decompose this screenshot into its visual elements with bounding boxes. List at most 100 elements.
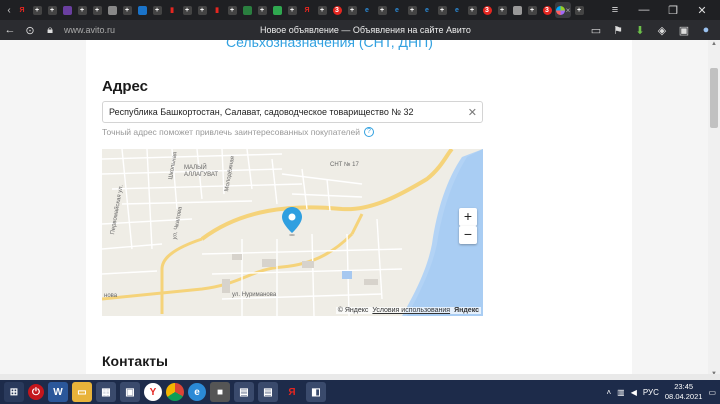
tab-11[interactable]: ▮ [165,3,179,17]
extension-icon[interactable]: ▣ [674,24,694,37]
plus-favicon-icon: + [197,5,207,15]
address-heading: Адрес [102,78,149,95]
power-icon[interactable]: ⏻ [28,384,44,400]
profile-icon[interactable]: ● [696,24,716,37]
tab-27[interactable]: + [405,3,419,17]
tab-8[interactable]: + [120,3,134,17]
tab-close-icon[interactable]: × [566,6,571,15]
tab-21[interactable]: + [315,3,329,17]
reader-icon[interactable]: ▭ [586,24,606,37]
tab-avito-active[interactable]: × [555,2,571,18]
map[interactable]: СНТ № 17 МАЛЫЙ АЛЛАГУВАТ ул. Нуриманова … [102,149,483,316]
word-icon[interactable]: W [48,382,68,402]
tab-25[interactable]: + [375,3,389,17]
app-icon-4[interactable]: ▤ [234,382,254,402]
download-icon[interactable]: ⬇ [630,24,650,37]
chrome-icon[interactable] [166,383,184,401]
edge-favicon-icon: e [425,6,429,14]
notifications-icon[interactable]: ▭ [708,388,716,397]
tab-yandex[interactable]: Я [15,3,29,17]
address-hint: Точный адрес поможет привлечь заинтересо… [102,127,374,137]
tab-34[interactable] [510,3,524,17]
yandex-icon-2[interactable]: Я [282,382,302,402]
scrollbar-thumb[interactable] [710,68,718,128]
yandex-brand[interactable]: Яндекс [454,307,479,314]
tab-28[interactable]: e [420,3,434,17]
protect-icon[interactable]: ◈ [652,24,672,37]
map-label-nurimanova-left: нова [104,293,118,299]
app-icon-3[interactable]: ■ [210,382,230,402]
clear-icon[interactable]: ✕ [468,106,477,119]
explorer-icon[interactable]: ▭ [72,382,92,402]
tray-arrow-icon[interactable]: ˄ [606,388,611,397]
plus-favicon-icon: + [152,5,162,15]
tab-17[interactable]: + [255,3,269,17]
tab-29[interactable]: + [435,3,449,17]
tab-16[interactable] [240,3,254,17]
scroll-up-icon[interactable]: ▲ [708,41,720,47]
tab-18[interactable] [270,3,284,17]
tab-2[interactable]: + [30,3,44,17]
tab-36[interactable]: 3 [540,3,554,17]
app-icon-5[interactable]: ▤ [258,382,278,402]
zoom-in-button[interactable]: + [459,208,477,226]
url-text[interactable]: www.avito.ru [64,25,115,35]
yandex-browser-icon[interactable]: Y [144,383,162,401]
app-icon-2[interactable]: ▣ [120,382,140,402]
tab-30[interactable]: e [450,3,464,17]
plus-favicon-icon: + [257,5,267,15]
app-icon-6[interactable]: ◧ [306,382,326,402]
start-icon[interactable]: ⊞ [4,382,24,402]
tab-6[interactable]: + [90,3,104,17]
tab-10[interactable]: + [150,3,164,17]
red-badge-favicon-icon: 3 [332,5,342,15]
plus-favicon-icon: + [527,5,537,15]
help-question-icon[interactable]: ? [363,127,374,137]
gray-favicon-icon [107,5,117,15]
tab-15[interactable]: + [225,3,239,17]
clock[interactable]: 23:45 08.04.2021 [665,382,703,402]
address-bar: ← ⊙ 🔒︎ www.avito.ru Новое объявление — О… [0,20,720,40]
zoom-out-button[interactable]: − [459,226,477,244]
address-input[interactable]: Республика Башкортостан, Салават, садово… [102,101,483,123]
tab-19[interactable]: + [285,3,299,17]
restore-icon[interactable]: ❐ [659,4,687,17]
close-window-icon[interactable]: ✕ [688,4,716,17]
browser-menu-icon[interactable]: ≡ [601,4,629,16]
tab-7[interactable] [105,3,119,17]
building-5 [222,279,230,293]
terms-link[interactable]: Условия использования [372,307,450,314]
tab-9[interactable] [135,3,149,17]
edge-icon[interactable]: e [188,383,206,401]
tab-24[interactable]: e [360,3,374,17]
tab-31[interactable]: + [465,3,479,17]
bookmark-icon[interactable]: ⚑ [608,24,628,37]
tab-5[interactable]: + [75,3,89,17]
volume-icon[interactable]: ◀︎ [631,388,637,397]
page-scrollbar[interactable]: ▲ ▼ [708,40,720,378]
new-tab-button[interactable]: + [572,3,586,17]
tab-14[interactable]: ▮ [210,3,224,17]
plus-favicon-icon: + [287,5,297,15]
app-icon-1[interactable]: ▦ [96,382,116,402]
tab-35[interactable]: + [525,3,539,17]
tab-13[interactable]: + [195,3,209,17]
tab-22[interactable]: 3 [330,3,344,17]
tab-33[interactable]: + [495,3,509,17]
avito-favicon-icon [555,5,565,15]
tab-26[interactable]: e [390,3,404,17]
main-road-1 [200,149,454,241]
back-arrow-icon[interactable]: ← [0,24,20,36]
language-indicator[interactable]: РУС [643,388,659,397]
tab-3[interactable]: + [45,3,59,17]
minimize-icon[interactable]: — [630,4,658,16]
tab-4[interactable] [60,3,74,17]
tab-scroll-left-icon[interactable]: ‹ [4,5,14,16]
yandex-button-icon[interactable]: ⊙ [20,24,40,37]
edge-favicon-icon: e [365,6,369,14]
tab-12[interactable]: + [180,3,194,17]
network-icon[interactable]: ▥ [617,388,625,397]
tab-20[interactable]: Я [300,3,314,17]
tab-32[interactable]: 3 [480,3,494,17]
tab-23[interactable]: + [345,3,359,17]
